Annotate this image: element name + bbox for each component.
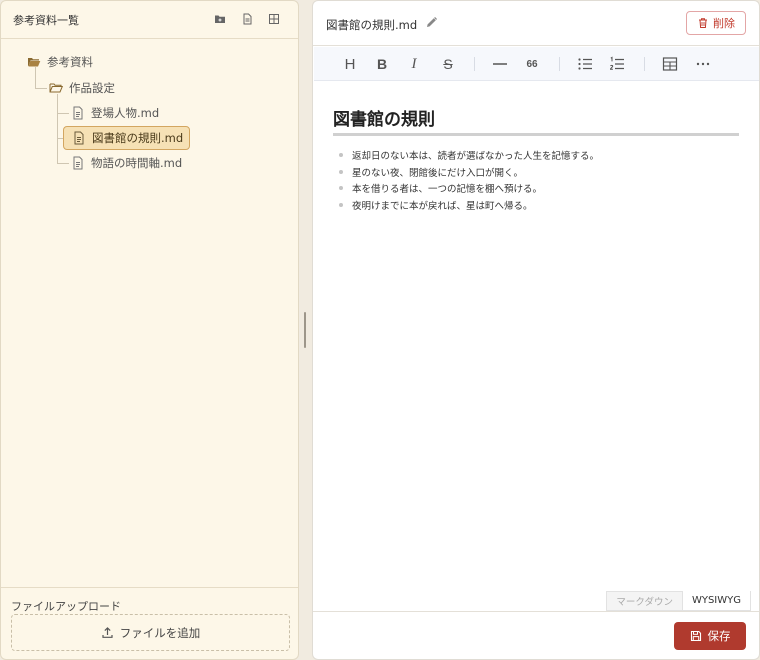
folder-open-icon xyxy=(27,55,41,69)
sidebar-header: 参考資料一覧 xyxy=(1,1,298,39)
folder-open-icon xyxy=(49,81,63,95)
file-name: 図書館の規則.md xyxy=(326,18,418,32)
document-list[interactable]: 返却日のない本は、読者が選ばなかった人生を記憶する。 星のない夜、閉館後にだけ入… xyxy=(337,148,599,214)
blockquote-button[interactable]: 66 xyxy=(523,55,541,73)
toolbar-divider xyxy=(644,57,645,71)
delete-button[interactable]: 削除 xyxy=(686,11,746,35)
list-item[interactable]: 本を借りる者は、一つの記憶を棚へ預ける。 xyxy=(337,181,599,198)
save-icon xyxy=(690,630,702,642)
tree-file-library-rules[interactable]: 図書館の規則.md xyxy=(63,126,191,150)
tree-item-label: 登場人物.md xyxy=(91,106,160,120)
tree-item-label: 参考資料 xyxy=(47,55,93,69)
list-item[interactable]: 星のない夜、閉館後にだけ入口が開く。 xyxy=(337,165,599,182)
new-folder-icon[interactable] xyxy=(213,12,227,26)
toolbar-divider xyxy=(559,57,560,71)
delete-label: 削除 xyxy=(713,17,735,30)
sidebar-title: 参考資料一覧 xyxy=(13,14,79,27)
table-icon[interactable] xyxy=(661,55,679,73)
editor-mode-switch: マークダウン WYSIWYG xyxy=(606,591,751,611)
horizontal-rule-icon[interactable] xyxy=(491,55,509,73)
italic-button[interactable]: I xyxy=(405,55,423,73)
new-file-icon[interactable] xyxy=(240,12,254,26)
tree-item-label: 図書館の規則.md xyxy=(92,131,184,145)
heading-underline xyxy=(333,133,739,136)
list-item[interactable]: 返却日のない本は、読者が選ばなかった人生を記憶する。 xyxy=(337,148,599,165)
more-options-icon[interactable] xyxy=(694,55,712,73)
collapse-grid-icon[interactable] xyxy=(267,12,281,26)
add-file-button[interactable]: ファイルを追加 xyxy=(11,614,290,651)
upload-section: ファイルアップロード ファイルを追加 xyxy=(1,587,298,659)
add-file-label: ファイルを追加 xyxy=(119,625,201,640)
editor-header: 図書館の規則.md 削除 xyxy=(313,1,759,46)
tree-item-label: 作品設定 xyxy=(69,81,115,95)
tab-wysiwyg[interactable]: WYSIWYG xyxy=(681,591,751,611)
save-label: 保存 xyxy=(707,629,731,643)
ordered-list-icon[interactable] xyxy=(608,55,626,73)
editor-footer-divider xyxy=(313,611,759,612)
file-icon xyxy=(72,131,86,145)
strikethrough-button[interactable]: S xyxy=(439,55,457,73)
heading-button[interactable]: H xyxy=(341,55,359,73)
reference-sidebar: 参考資料一覧 参考資料 作品設定 登場人物.md 図書館の規則.md 物語の時間… xyxy=(0,0,299,660)
tree-item-label: 物語の時間軸.md xyxy=(91,156,183,170)
tree-connector xyxy=(57,94,58,163)
tree-folder-settings[interactable]: 作品設定 xyxy=(49,77,115,99)
upload-label: ファイルアップロード xyxy=(11,600,121,613)
editor-panel: 図書館の規則.md 削除 H B I S 66 図書館の規則 返却日のない本は、… xyxy=(312,0,760,660)
upload-icon xyxy=(101,626,114,639)
toolbar-divider xyxy=(474,57,475,71)
list-item[interactable]: 夜明けまでに本が戻れば、星は町へ帰る。 xyxy=(337,198,599,215)
tree-file-timeline[interactable]: 物語の時間軸.md xyxy=(71,152,182,174)
bullet-list-icon[interactable] xyxy=(576,55,594,73)
tree-connector xyxy=(35,88,47,89)
document-heading[interactable]: 図書館の規則 xyxy=(333,105,435,130)
panel-splitter[interactable] xyxy=(304,312,306,348)
save-button[interactable]: 保存 xyxy=(674,622,746,650)
tab-markdown[interactable]: マークダウン xyxy=(606,591,682,611)
editor-toolbar: H B I S 66 xyxy=(314,47,759,81)
tree-folder-root[interactable]: 参考資料 xyxy=(27,51,93,73)
file-icon xyxy=(71,106,85,120)
trash-icon xyxy=(697,17,709,29)
tree-file-characters[interactable]: 登場人物.md xyxy=(71,102,159,124)
tree-connector xyxy=(57,113,69,114)
tree-connector xyxy=(57,163,69,164)
bold-button[interactable]: B xyxy=(373,55,391,73)
pencil-icon[interactable] xyxy=(425,16,438,29)
file-icon xyxy=(71,156,85,170)
